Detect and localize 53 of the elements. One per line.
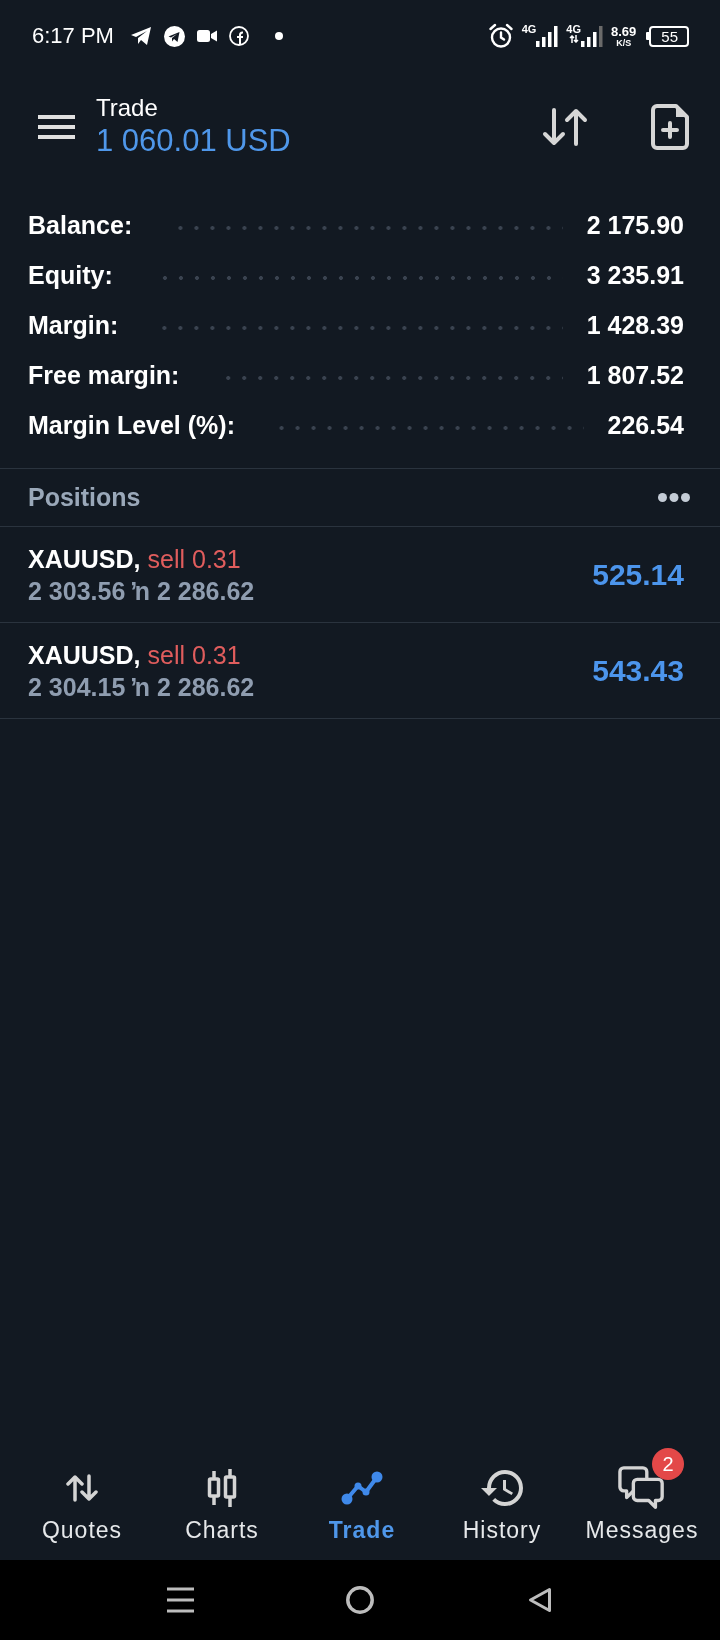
signal-bars-icon [581, 25, 603, 47]
nav-tab[interactable]: Quotes [12, 1445, 152, 1543]
network-type: 4G [566, 23, 581, 35]
screen-title: Trade [96, 94, 159, 122]
status-time: 6:17 PM [32, 23, 114, 49]
account-label: Equity: [28, 260, 113, 290]
section-title: Positions [28, 483, 141, 512]
profit-value: 525.14 [592, 557, 684, 592]
symbol-text: XAUUSD, [28, 543, 141, 575]
unread-count-badge: 2 [652, 1448, 684, 1480]
account-value: 1 807.52 [586, 360, 684, 390]
symbol-text: XAUUSD, [28, 639, 141, 671]
account-label: Balance: [28, 210, 133, 240]
price-text: 2 304.15 ŉ 2 286.62 [28, 671, 255, 703]
dot-icon [274, 32, 283, 40]
speed-unit: K/S [616, 37, 632, 48]
back-icon[interactable] [528, 1587, 552, 1613]
alarm-clock-icon [487, 23, 514, 49]
nav-tab[interactable]: 2 Messages [572, 1445, 712, 1543]
header-amount: 1 060.01 USD [96, 122, 291, 160]
account-label: Free margin: [28, 360, 180, 390]
up-down-arrows-icon [568, 34, 579, 43]
document-plus-icon[interactable] [651, 104, 689, 150]
price-text: 2 303.56 ŉ 2 286.62 [28, 575, 255, 607]
nav-tab[interactable]: History [432, 1445, 572, 1543]
sort-arrows-icon[interactable] [542, 108, 588, 146]
account-value: 1 428.39 [586, 310, 684, 340]
account-label: Margin Level (%): [28, 410, 235, 440]
network-speed: 8.69 [611, 24, 637, 38]
up-down-arrows-icon [66, 1474, 98, 1502]
account-value: 3 235.91 [586, 260, 684, 290]
line-chart-icon [341, 1471, 383, 1505]
battery-indicator: 55 [646, 25, 689, 47]
menu-icon[interactable] [166, 1587, 194, 1613]
nav-tab[interactable]: Charts [152, 1445, 292, 1543]
paper-plane-icon [129, 26, 152, 46]
order-side-text: sell 0.31 [147, 543, 241, 575]
account-value: 2 175.90 [586, 210, 684, 240]
signal-bars-icon [536, 25, 559, 47]
more-icon[interactable] [658, 493, 690, 502]
menu-icon[interactable] [38, 115, 75, 139]
history-icon [481, 1470, 523, 1506]
candlestick-icon [206, 1469, 238, 1507]
circle-f-icon [228, 26, 249, 46]
order-side-text: sell 0.31 [147, 639, 241, 671]
account-label: Margin: [28, 310, 119, 340]
nav-tab[interactable]: Trade [292, 1445, 432, 1543]
paper-plane-circle-icon [163, 25, 185, 47]
network-type: 4G [521, 23, 537, 35]
account-value: 226.54 [607, 410, 684, 440]
home-icon[interactable] [346, 1586, 374, 1614]
video-camera-icon [196, 28, 217, 44]
profit-value: 543.43 [592, 653, 684, 688]
